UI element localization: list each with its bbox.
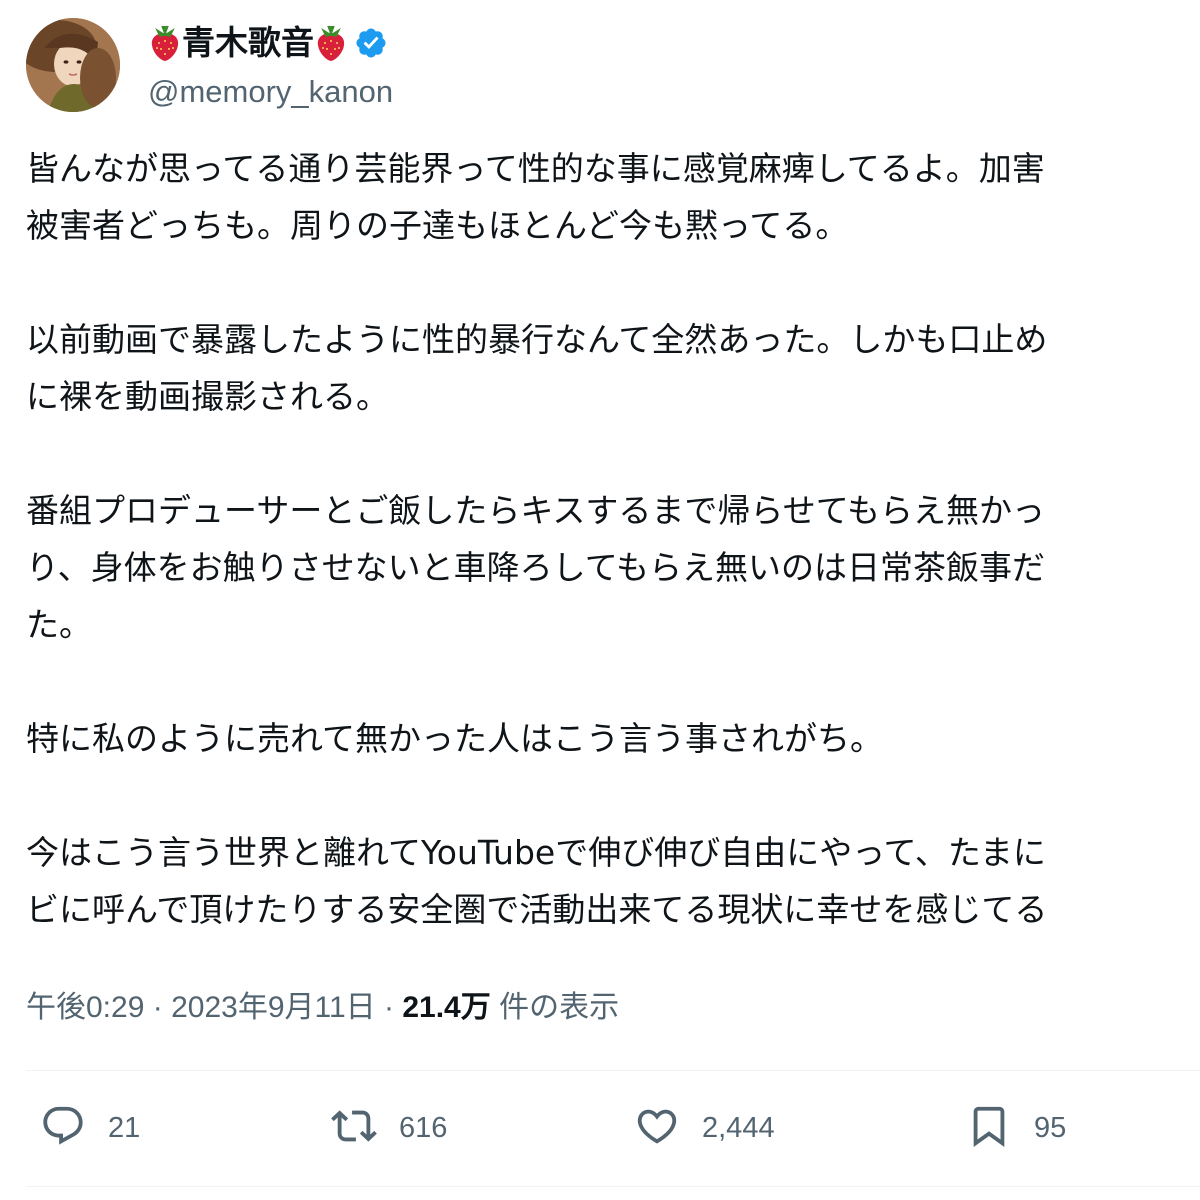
tweet-line: 今はこう言う世界と離れてYouTubeで伸び伸び自由にやって、たまに	[26, 833, 1046, 872]
action-bar: 21 616 2,444 95	[26, 1098, 1200, 1158]
meta-separator: ·	[384, 991, 394, 1024]
divider	[26, 1186, 1200, 1187]
tweet-line: り、身体をお触りさせないと車降ろしてもらえ無いのは日常茶飯事だ	[26, 548, 1046, 587]
tweet-text: 皆んなが思ってる通り芸能界って性的な事に感覚麻痺してるよ。加害 被害者どっちも。…	[26, 140, 1200, 995]
strawberry-icon	[314, 24, 348, 62]
views-count[interactable]: 21.4万	[402, 991, 490, 1024]
verified-badge-icon[interactable]	[354, 26, 388, 60]
tweet-line: た。	[26, 605, 92, 644]
author-handle[interactable]: @memory_kanon	[148, 72, 393, 112]
tweet-line: 皆んなが思ってる通り芸能界って性的な事に感覚麻痺してるよ。加害	[26, 149, 1045, 188]
meta-separator: ·	[152, 991, 163, 1024]
tweet-time[interactable]: 午後0:29	[26, 991, 144, 1024]
reply-count: 21	[108, 1111, 141, 1144]
retweet-button[interactable]: 616	[331, 1098, 447, 1158]
strawberry-icon	[148, 24, 182, 62]
heart-icon	[634, 1103, 680, 1153]
bookmark-icon	[966, 1103, 1012, 1153]
tweet-line: 以前動画で暴露したように性的暴行なんて全然あった。しかも口止め	[26, 320, 1048, 359]
tweet-paragraph: 今はこう言う世界と離れてYouTubeで伸び伸び自由にやって、たまに ビに呼んで…	[26, 824, 1200, 938]
tweet-date[interactable]: 2023年9月11日	[171, 991, 376, 1024]
tweet-card: 青木歌音 @memory_kanon 皆んなが思ってる通り芸能界って性的な事に感…	[0, 0, 1200, 1200]
avatar[interactable]	[26, 18, 120, 112]
tweet-line: 被害者どっちも。周りの子達もほとんど今も黙ってる。	[26, 206, 849, 245]
bookmark-count: 95	[1034, 1111, 1067, 1144]
retweet-icon	[331, 1103, 377, 1153]
tweet-line: に裸を動画撮影される。	[26, 377, 389, 416]
like-button[interactable]: 2,444	[634, 1098, 775, 1158]
divider	[26, 1070, 1200, 1071]
bookmark-button[interactable]: 95	[966, 1098, 1066, 1158]
display-name[interactable]: 青木歌音	[182, 20, 314, 66]
like-count: 2,444	[702, 1111, 775, 1144]
reply-icon	[40, 1103, 86, 1153]
tweet-line: 特に私のように売れて無かった人はこう言う事されがち。	[26, 719, 884, 758]
tweet-line: 番組プロデューサーとご飯したらキスするまで帰らせてもらえ無かっ	[26, 491, 1046, 530]
views-label: 件の表示	[499, 991, 620, 1024]
tweet-paragraph: 特に私のように売れて無かった人はこう言う事されがち。	[26, 710, 1200, 767]
tweet-paragraph: 以前動画で暴露したように性的暴行なんて全然あった。しかも口止め に裸を動画撮影さ…	[26, 311, 1200, 425]
tweet-line: ビに呼んで頂けたりする安全圏で活動出来てる現状に幸せを感じてる	[26, 890, 1048, 929]
tweet-meta: 午後0:29 · 2023年9月11日 · 21.4万 件の表示	[26, 986, 619, 1030]
author-name-row[interactable]: 青木歌音	[148, 20, 388, 66]
retweet-count: 616	[399, 1111, 448, 1144]
tweet-paragraph: 番組プロデューサーとご飯したらキスするまで帰らせてもらえ無かっ り、身体をお触り…	[26, 482, 1200, 653]
tweet-paragraph: 皆んなが思ってる通り芸能界って性的な事に感覚麻痺してるよ。加害 被害者どっちも。…	[26, 140, 1200, 254]
reply-button[interactable]: 21	[40, 1098, 140, 1158]
